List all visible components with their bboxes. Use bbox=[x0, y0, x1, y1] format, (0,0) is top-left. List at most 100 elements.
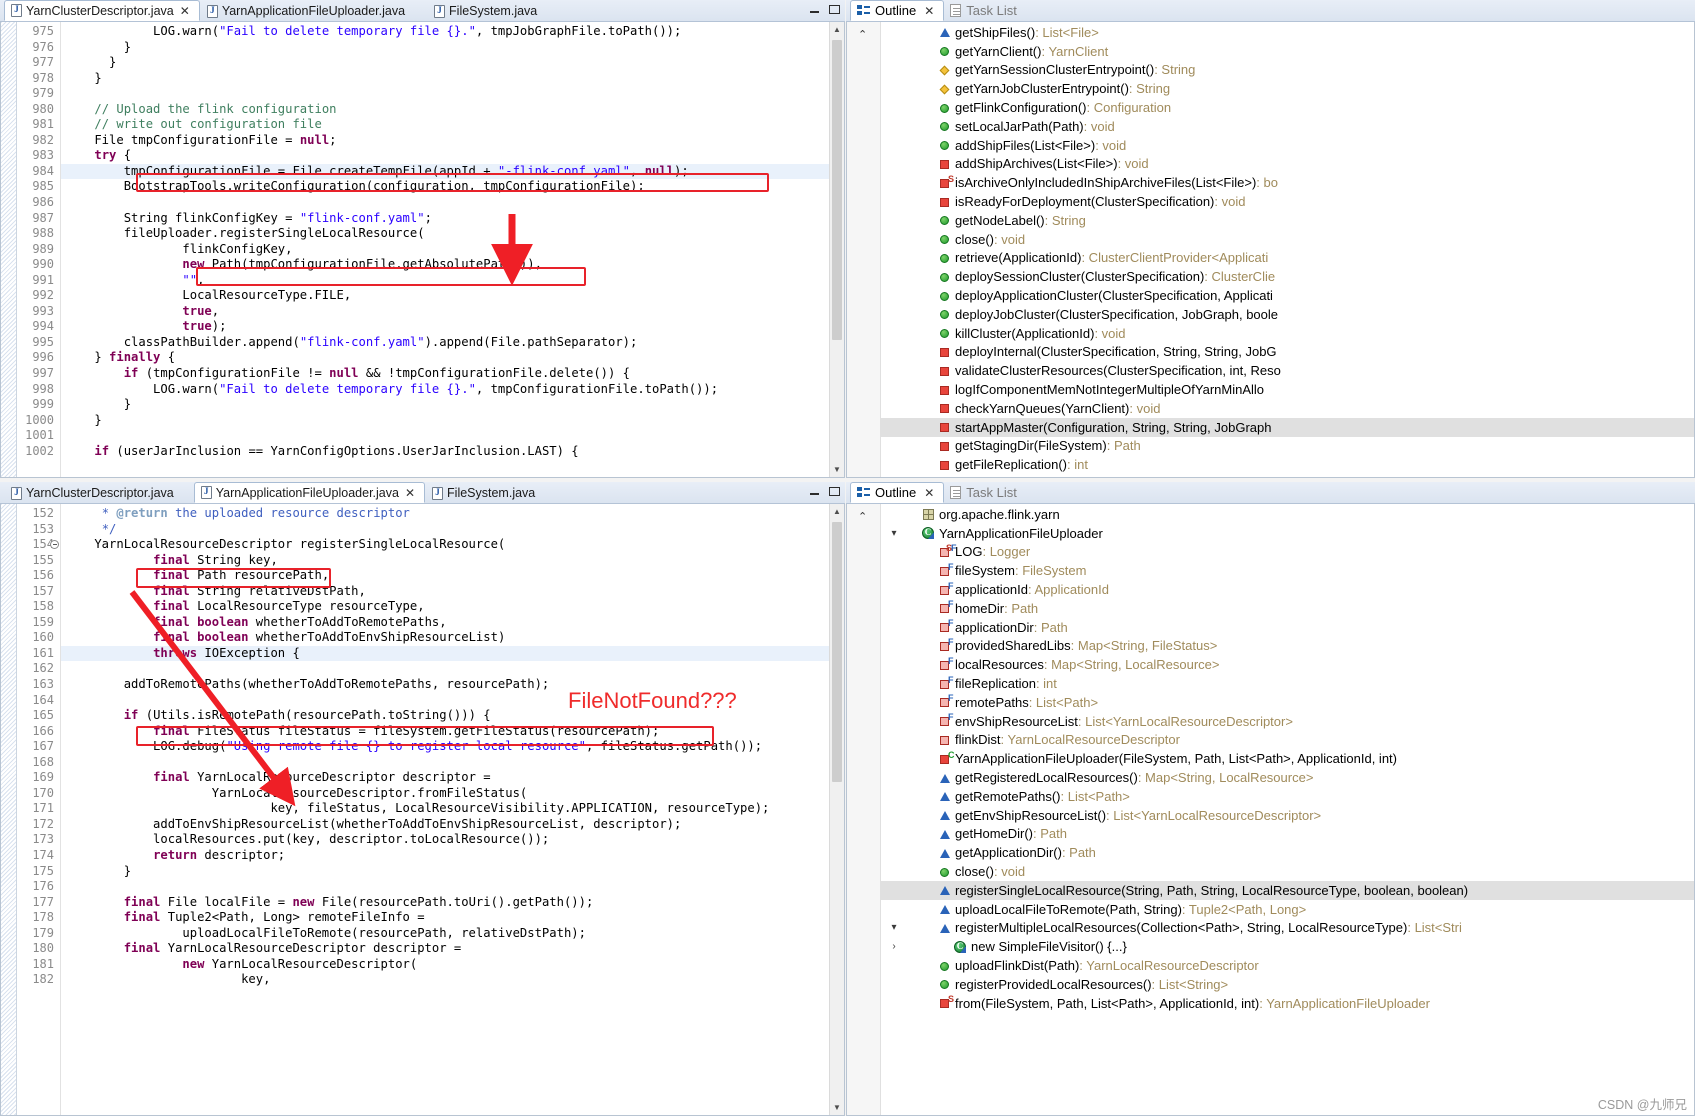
close-icon[interactable]: ✕ bbox=[180, 5, 190, 17]
outline-item[interactable]: close() : void bbox=[881, 230, 1694, 249]
outline-item[interactable]: FapplicationDir : Path bbox=[881, 618, 1694, 637]
scrollbar-thumb[interactable] bbox=[832, 40, 842, 340]
outline-item[interactable]: addShipArchives(List<File>) : void bbox=[881, 155, 1694, 174]
close-icon[interactable]: ✕ bbox=[924, 486, 934, 500]
outline-item[interactable]: logIfComponentMemNotIntegerMultipleOfYar… bbox=[881, 380, 1694, 399]
code-line[interactable]: } bbox=[61, 71, 829, 87]
maximize-icon[interactable] bbox=[828, 3, 841, 16]
code-line[interactable]: tmpConfigurationFile = File.createTempFi… bbox=[61, 163, 829, 180]
code-line[interactable]: fileUploader.registerSingleLocalResource… bbox=[61, 226, 829, 242]
code-line[interactable]: BootstrapTools.writeConfiguration(config… bbox=[61, 179, 829, 195]
code-line[interactable] bbox=[61, 755, 829, 771]
outline-item[interactable]: registerProvidedLocalResources() : List<… bbox=[881, 975, 1694, 994]
chevron-down-icon[interactable]: › bbox=[887, 941, 901, 952]
outline-item[interactable]: FapplicationId : ApplicationId bbox=[881, 580, 1694, 599]
code-line[interactable]: YarnLocalResourceDescriptor registerSing… bbox=[61, 537, 829, 553]
tab-filesystem[interactable]: FileSystem.java bbox=[427, 0, 547, 21]
outline-item[interactable]: deploySessionCluster(ClusterSpecificatio… bbox=[881, 267, 1694, 286]
outline-item[interactable]: getStagingDir(FileSystem) : Path bbox=[881, 437, 1694, 456]
code-line[interactable] bbox=[61, 195, 829, 211]
chevron-up-icon[interactable]: ⌃ bbox=[858, 510, 867, 523]
outline-item[interactable]: FfileReplication : int bbox=[881, 674, 1694, 693]
code-line[interactable]: final FileStatus fileStatus = fileSystem… bbox=[61, 724, 829, 740]
scroll-down-icon[interactable]: ▼ bbox=[830, 462, 844, 477]
outline-item[interactable]: FfileSystem : FileSystem bbox=[881, 561, 1694, 580]
chevron-down-icon[interactable]: ▾ bbox=[887, 922, 901, 933]
outline-item[interactable]: FhomeDir : Path bbox=[881, 599, 1694, 618]
tab-yarnclusterdescriptor[interactable]: YarnClusterDescriptor.java bbox=[4, 482, 184, 503]
bottom-editor-vertical-scrollbar[interactable]: ▲ ▼ bbox=[829, 504, 844, 1115]
code-line[interactable]: LOG.debug("Using remote file {} to regis… bbox=[61, 739, 829, 755]
bottom-editor-code-area[interactable]: 152 153 154 155 156 157 158 159 160 161 162 163 164 1… bbox=[0, 504, 845, 1116]
scroll-up-icon[interactable]: ▲ bbox=[830, 22, 844, 37]
code-line[interactable]: try { bbox=[61, 148, 829, 164]
code-line[interactable]: } bbox=[61, 397, 829, 413]
code-line[interactable]: "", bbox=[61, 273, 829, 289]
outline-item[interactable]: getShipFiles() : List<File> bbox=[881, 23, 1694, 42]
tab-yarnclusterdescriptor[interactable]: YarnClusterDescriptor.java ✕ bbox=[4, 0, 200, 21]
outline-item[interactable]: validateClusterResources(ClusterSpecific… bbox=[881, 361, 1694, 380]
top-editor-code-area[interactable]: 975 976 977 978 979 980 981 982 983 984 985 986 987 9… bbox=[0, 22, 845, 478]
maximize-icon[interactable] bbox=[828, 485, 841, 498]
code-line[interactable]: } bbox=[61, 413, 829, 429]
code-line[interactable]: key, fileStatus, LocalResourceVisibility… bbox=[61, 801, 829, 817]
outline-item[interactable]: getHomeDir() : Path bbox=[881, 825, 1694, 844]
outline-item[interactable]: ▾ registerMultipleLocalResources(Collecti… bbox=[881, 919, 1694, 938]
outline-item[interactable]: uploadLocalFileToRemote(Path, String) : … bbox=[881, 900, 1694, 919]
code-line[interactable]: File tmpConfigurationFile = null; bbox=[61, 133, 829, 149]
code-line[interactable]: final String relativeDstPath, bbox=[61, 584, 829, 600]
code-line[interactable] bbox=[61, 661, 829, 677]
code-line[interactable]: if (userJarInclusion == YarnConfigOption… bbox=[61, 444, 829, 460]
code-line[interactable]: } bbox=[61, 40, 829, 56]
outline-item[interactable]: getYarnJobClusterEntrypoint() : String bbox=[881, 79, 1694, 98]
outline-item[interactable]: isReadyForDeployment(ClusterSpecificatio… bbox=[881, 192, 1694, 211]
tab-yarnapplicationfileuploader[interactable]: YarnApplicationFileUploader.java ✕ bbox=[193, 482, 426, 503]
code-line[interactable]: // Upload the flink configuration bbox=[61, 102, 829, 118]
code-line[interactable]: } finally { bbox=[61, 350, 829, 366]
code-line[interactable] bbox=[61, 86, 829, 102]
minimize-icon[interactable] bbox=[808, 3, 821, 16]
code-line[interactable]: true); bbox=[61, 319, 829, 335]
outline-item[interactable]: FenvShipResourceList : List<YarnLocalRes… bbox=[881, 712, 1694, 731]
code-line[interactable]: final YarnLocalResourceDescriptor descri… bbox=[61, 941, 829, 957]
code-line[interactable]: throws IOException { bbox=[61, 645, 829, 662]
outline-item[interactable]: deployInternal(ClusterSpecification, Str… bbox=[881, 343, 1694, 362]
code-line[interactable]: LOG.warn("Fail to delete temporary file … bbox=[61, 382, 829, 398]
code-line[interactable]: localResources.put(key, descriptor.toLoc… bbox=[61, 832, 829, 848]
fold-toggle-icon[interactable] bbox=[50, 540, 59, 550]
close-icon[interactable]: ✕ bbox=[405, 487, 415, 499]
code-line[interactable]: new YarnLocalResourceDescriptor( bbox=[61, 957, 829, 973]
code-line[interactable]: final LocalResourceType resourceType, bbox=[61, 599, 829, 615]
outline-item[interactable]: getFlinkConfiguration() : Configuration bbox=[881, 98, 1694, 117]
outline-item[interactable]: C YarnApplicationFileUploader(FileSystem,… bbox=[881, 749, 1694, 768]
outline-item[interactable]: close() : void bbox=[881, 862, 1694, 881]
code-line[interactable]: final Tuple2<Path, Long> remoteFileInfo … bbox=[61, 910, 829, 926]
bottom-outline-tree[interactable]: org.apache.flink.yarn ▾ YarnApplicationFil… bbox=[881, 504, 1694, 1115]
code-line[interactable]: final YarnLocalResourceDescriptor descri… bbox=[61, 770, 829, 786]
outline-item[interactable]: SisArchiveOnlyIncludedInShipArchiveFiles… bbox=[881, 173, 1694, 192]
outline-item[interactable]: getYarnSessionClusterEntrypoint() : Stri… bbox=[881, 61, 1694, 80]
scroll-down-icon[interactable]: ▼ bbox=[830, 1100, 844, 1115]
code-line[interactable]: final boolean whetherToAddToEnvShipResou… bbox=[61, 630, 829, 646]
close-icon[interactable]: ✕ bbox=[924, 4, 934, 18]
outline-item[interactable]: S F LOG : Logger bbox=[881, 543, 1694, 562]
code-line[interactable]: return descriptor; bbox=[61, 848, 829, 864]
minimize-icon[interactable] bbox=[808, 485, 821, 498]
top-editor-vertical-scrollbar[interactable]: ▲ ▼ bbox=[829, 22, 844, 477]
chevron-down-icon[interactable]: ▾ bbox=[887, 528, 901, 539]
outline-item[interactable]: getEnvShipResourceList() : List<YarnLoca… bbox=[881, 806, 1694, 825]
outline-item[interactable]: getRemotePaths() : List<Path> bbox=[881, 787, 1694, 806]
code-line[interactable]: true, bbox=[61, 304, 829, 320]
outline-item[interactable]: retrieve(ApplicationId) : ClusterClientP… bbox=[881, 249, 1694, 268]
outline-item[interactable]: registerSingleLocalResource(String, Path… bbox=[881, 880, 1694, 900]
tab-yarnapplicationfileuploader[interactable]: YarnApplicationFileUploader.java bbox=[200, 0, 415, 21]
outline-item[interactable]: checkYarnQueues(YarnClient) : void bbox=[881, 399, 1694, 418]
code-line[interactable]: flinkConfigKey, bbox=[61, 242, 829, 258]
code-line[interactable]: new Path(tmpConfigurationFile.getAbsolut… bbox=[61, 257, 829, 273]
code-line[interactable]: final File localFile = new File(resource… bbox=[61, 895, 829, 911]
code-line[interactable]: */ bbox=[61, 522, 829, 538]
tab-task-list[interactable]: Task List bbox=[944, 482, 1026, 503]
code-line[interactable]: uploadLocalFileToRemote(resourcePath, re… bbox=[61, 926, 829, 942]
outline-item[interactable]: ▾ YarnApplicationFileUploader bbox=[881, 524, 1694, 543]
code-line[interactable]: if (tmpConfigurationFile != null && !tmp… bbox=[61, 366, 829, 382]
